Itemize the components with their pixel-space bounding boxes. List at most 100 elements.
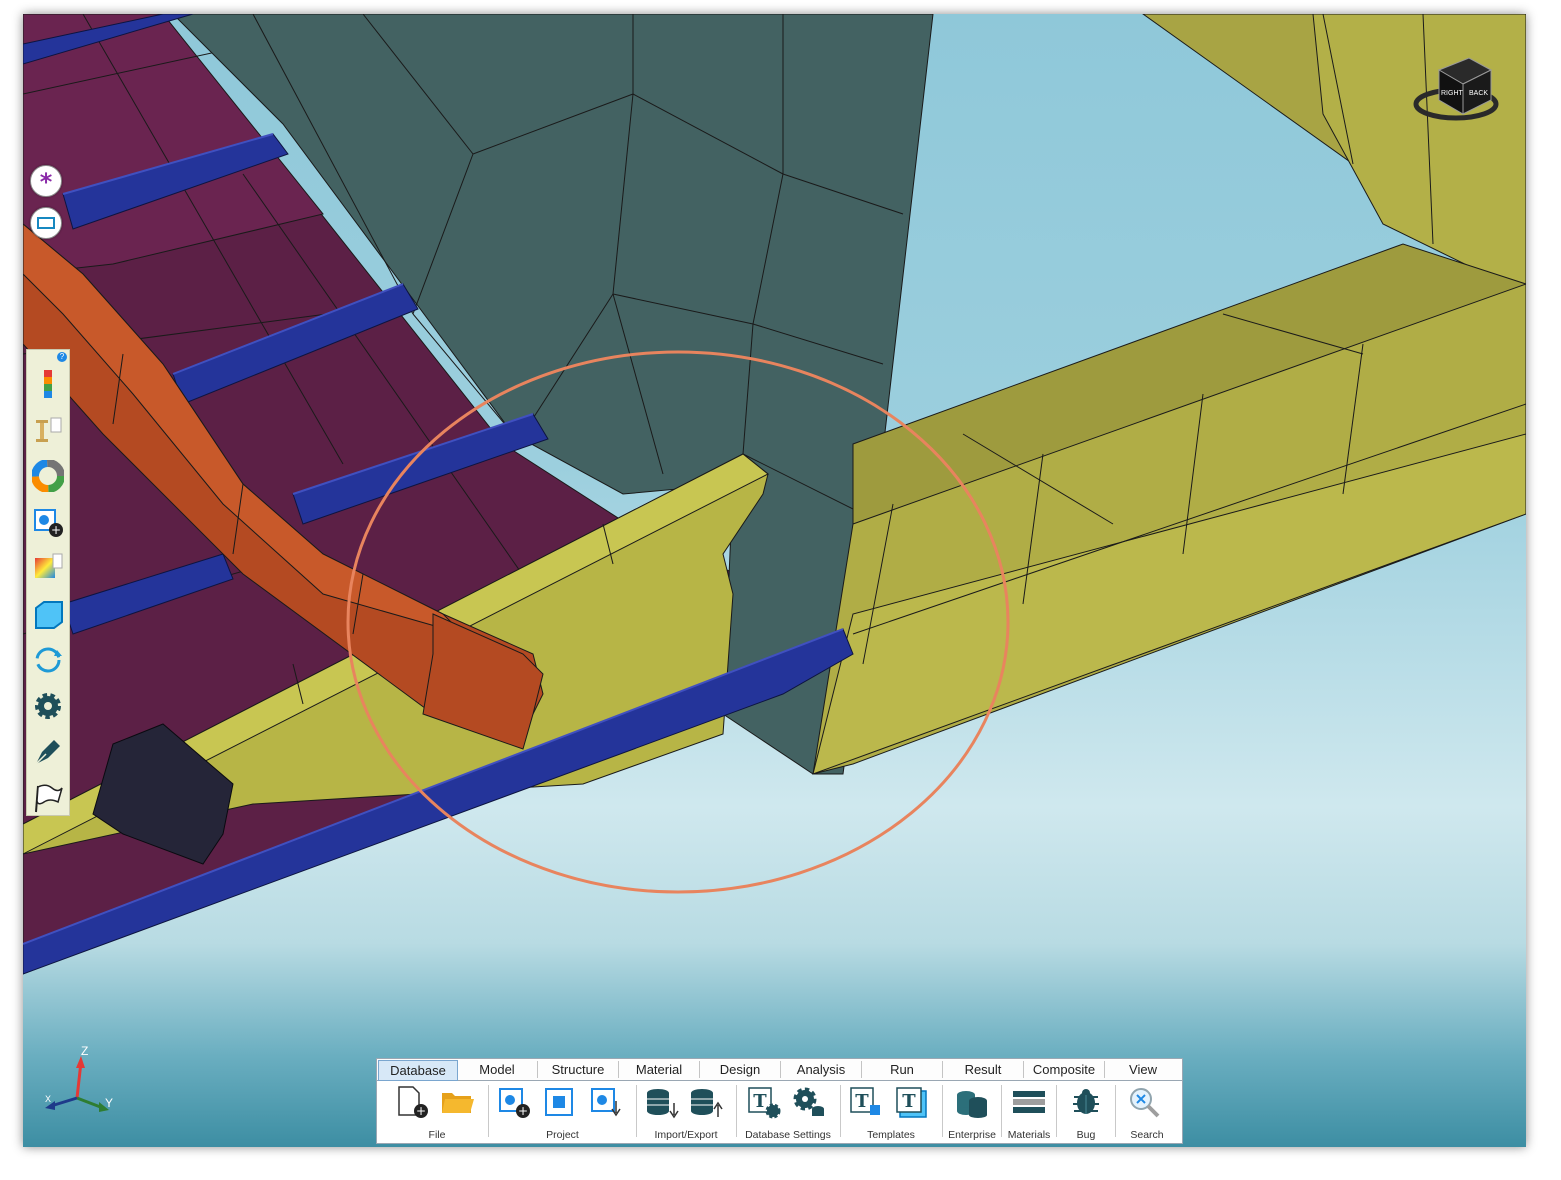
open-folder-icon [442, 1093, 474, 1113]
fe-model-scene[interactable] [23, 14, 1526, 1147]
tab-material[interactable]: Material [619, 1060, 699, 1079]
beam-section-tool[interactable] [32, 414, 64, 446]
group-import-export-label: Import/Export [654, 1129, 718, 1141]
database-export-button[interactable] [688, 1085, 724, 1119]
gradient-icon [35, 553, 63, 578]
group-bug: Bug [1058, 1081, 1114, 1143]
template-save-icon: T [850, 1087, 880, 1115]
asterisk-icon: * [40, 168, 53, 196]
tab-database[interactable]: Database [378, 1060, 458, 1081]
search-icon [1130, 1088, 1160, 1118]
enterprise-database-button[interactable] [954, 1085, 990, 1119]
flag-icon [35, 784, 63, 813]
template-button[interactable]: T [894, 1085, 930, 1119]
database-export-icon [691, 1089, 723, 1117]
tab-view[interactable]: View [1105, 1060, 1181, 1079]
tab-model[interactable]: Model [457, 1060, 537, 1079]
view-cube[interactable]: RIGHT BACK [1411, 48, 1501, 128]
tab-structure[interactable]: Structure [538, 1060, 618, 1079]
group-materials-label: Materials [1007, 1129, 1051, 1141]
bug-button[interactable] [1068, 1085, 1104, 1119]
gear-icon [35, 693, 61, 719]
group-separator [1115, 1085, 1116, 1137]
database-settings-button[interactable] [790, 1085, 826, 1119]
color-wheel-tool[interactable] [31, 459, 65, 493]
group-project: + Project [490, 1081, 635, 1143]
axis-x-label: X [45, 1094, 52, 1104]
fringe-plot-tool[interactable] [32, 552, 64, 584]
face-view-tool[interactable] [32, 598, 64, 630]
project-import-button[interactable] [588, 1085, 624, 1119]
template-settings-button[interactable]: T [746, 1085, 782, 1119]
group-separator [488, 1085, 489, 1137]
group-search-label: Search [1130, 1129, 1164, 1141]
3d-viewport[interactable]: RIGHT BACK * ? + [23, 14, 1526, 1147]
tab-analysis[interactable]: Analysis [781, 1060, 861, 1079]
window-select-button[interactable] [30, 207, 62, 239]
svg-text:+: + [518, 1104, 528, 1118]
database-settings-icon [793, 1087, 824, 1116]
template-save-button[interactable]: T [848, 1085, 884, 1119]
project-frame-button[interactable] [542, 1085, 578, 1119]
svg-text:T: T [855, 1091, 869, 1112]
enterprise-database-icon [957, 1091, 987, 1118]
color-wheel-icon [31, 459, 65, 493]
group-separator [840, 1085, 841, 1137]
group-separator [636, 1085, 637, 1137]
project-frame-icon [545, 1088, 573, 1116]
left-toolbar: ? + [26, 349, 70, 816]
group-separator [942, 1085, 943, 1137]
group-import-export: Import/Export [638, 1081, 734, 1143]
add-group-icon: + [34, 509, 63, 537]
tab-result[interactable]: Result [943, 1060, 1023, 1079]
group-enterprise-label: Enterprise [948, 1129, 996, 1141]
group-bug-label: Bug [1076, 1129, 1096, 1141]
materials-button[interactable] [1011, 1085, 1047, 1119]
group-templates-label: Templates [867, 1129, 915, 1141]
database-import-button[interactable] [644, 1085, 680, 1119]
database-import-icon [647, 1089, 679, 1119]
svg-text:+: + [51, 523, 61, 537]
pen-tool[interactable] [32, 736, 64, 768]
settings-tool[interactable] [32, 690, 64, 722]
pen-icon [35, 740, 60, 765]
search-button[interactable] [1127, 1085, 1163, 1119]
group-separator [736, 1085, 737, 1137]
view-cube-back-label: BACK [1469, 90, 1489, 97]
new-file-button[interactable]: + [393, 1085, 429, 1119]
new-project-button[interactable]: + [496, 1085, 532, 1119]
ribbon-toolbar: Database Model Structure Material Design… [376, 1058, 1183, 1144]
new-file-icon: + [398, 1086, 428, 1118]
open-folder-button[interactable] [439, 1085, 475, 1119]
materials-icon [1013, 1091, 1045, 1113]
rectangle-icon [37, 217, 55, 229]
color-bar-icon [44, 370, 52, 398]
i-beam-icon [36, 417, 62, 442]
new-project-icon: + [499, 1088, 530, 1118]
bug-icon [1073, 1089, 1099, 1114]
tab-composite[interactable]: Composite [1024, 1060, 1104, 1079]
group-search: Search [1117, 1081, 1177, 1143]
group-separator [1001, 1085, 1002, 1137]
snap-star-button[interactable]: * [30, 165, 62, 197]
svg-text:T: T [902, 1091, 916, 1112]
group-enterprise: Enterprise [944, 1081, 1000, 1143]
rotate-tool[interactable] [32, 644, 64, 676]
tab-run[interactable]: Run [862, 1060, 942, 1079]
axis-triad-icon [45, 1056, 109, 1112]
svg-text:T: T [753, 1091, 767, 1112]
view-cube-icon [1413, 57, 1499, 121]
project-import-icon [591, 1088, 621, 1117]
help-badge[interactable]: ? [57, 352, 67, 362]
svg-text:*: * [40, 168, 53, 196]
group-database-settings: T Database Settings [738, 1081, 838, 1143]
face-icon [35, 601, 63, 629]
add-group-tool[interactable]: + [32, 506, 64, 538]
ribbon-tabs: Database Model Structure Material Design… [377, 1059, 1182, 1081]
tab-design[interactable]: Design [700, 1060, 780, 1079]
flag-tool[interactable] [32, 782, 64, 814]
axis-z-label: Z [81, 1044, 89, 1058]
group-file-label: File [428, 1129, 446, 1141]
group-project-label: Project [546, 1129, 579, 1141]
contour-legend-tool[interactable] [32, 368, 64, 400]
